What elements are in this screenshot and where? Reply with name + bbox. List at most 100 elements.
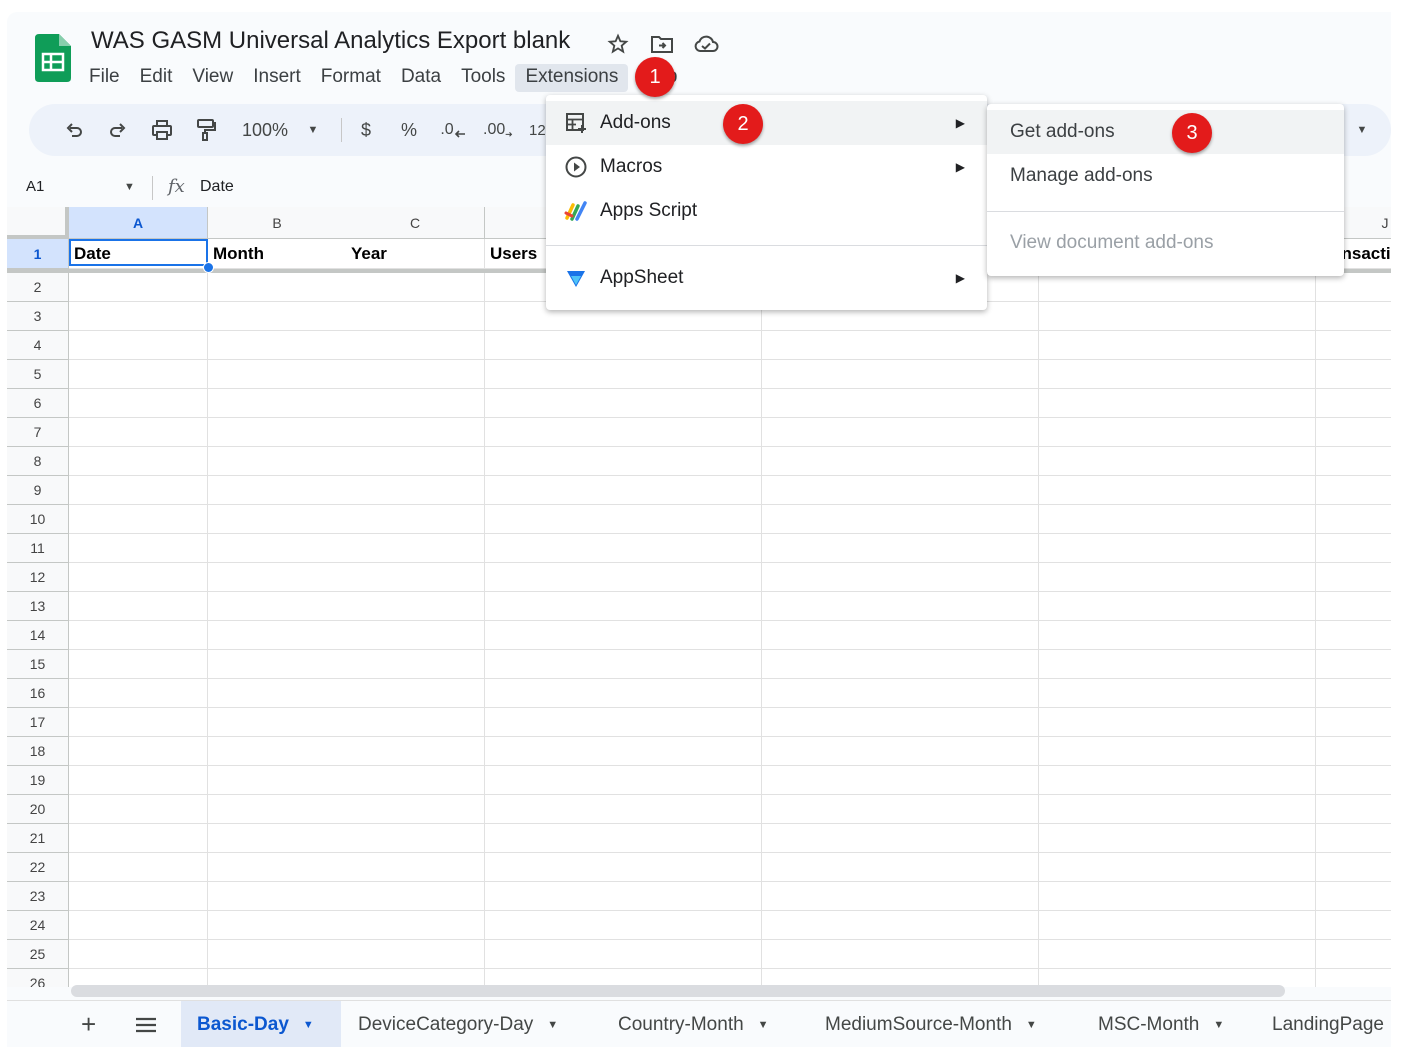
cell-e14[interactable]	[623, 621, 762, 650]
cell-b4[interactable]	[208, 331, 347, 360]
cell-e16[interactable]	[623, 679, 762, 708]
cell-h18[interactable]	[1039, 737, 1178, 766]
cell-i5[interactable]	[1177, 360, 1316, 389]
cell-b18[interactable]	[208, 737, 347, 766]
cell-e6[interactable]	[623, 389, 762, 418]
cell-d7[interactable]	[485, 418, 624, 447]
cell-h21[interactable]	[1039, 824, 1178, 853]
cell-b8[interactable]	[208, 447, 347, 476]
cell-c21[interactable]	[346, 824, 485, 853]
cell-h13[interactable]	[1039, 592, 1178, 621]
cell-c22[interactable]	[346, 853, 485, 882]
menu-extensions[interactable]: Extensions	[515, 64, 629, 92]
cell-b24[interactable]	[208, 911, 347, 940]
cell-d6[interactable]	[485, 389, 624, 418]
cell-b16[interactable]	[208, 679, 347, 708]
cell-b22[interactable]	[208, 853, 347, 882]
row-header-8[interactable]: 8	[7, 447, 69, 476]
redo-icon[interactable]	[105, 116, 131, 144]
cell-g7[interactable]	[900, 418, 1039, 447]
menu-format[interactable]: Format	[311, 64, 391, 92]
cell-c12[interactable]	[346, 563, 485, 592]
move-to-folder-icon[interactable]	[649, 32, 675, 56]
cell-a23[interactable]	[69, 882, 208, 911]
cell-f24[interactable]	[762, 911, 901, 940]
cell-h2[interactable]	[1039, 273, 1178, 302]
cell-b2[interactable]	[208, 273, 347, 302]
row-header-15[interactable]: 15	[7, 650, 69, 679]
cell-j11[interactable]	[1316, 534, 1391, 563]
cell-e12[interactable]	[623, 563, 762, 592]
column-header-b[interactable]: B	[208, 207, 347, 239]
cell-e18[interactable]	[623, 737, 762, 766]
cell-h10[interactable]	[1039, 505, 1178, 534]
menu-file[interactable]: File	[79, 64, 130, 92]
cell-a21[interactable]	[69, 824, 208, 853]
cell-i3[interactable]	[1177, 302, 1316, 331]
row-header-24[interactable]: 24	[7, 911, 69, 940]
cell-h12[interactable]	[1039, 563, 1178, 592]
cell-e17[interactable]	[623, 708, 762, 737]
cell-c2[interactable]	[346, 273, 485, 302]
print-icon[interactable]	[148, 116, 176, 144]
menu-item-macros[interactable]: Macros ▶	[546, 145, 987, 189]
cell-g21[interactable]	[900, 824, 1039, 853]
cell-f7[interactable]	[762, 418, 901, 447]
sheet-tab-landingpage[interactable]: LandingPage	[1272, 1001, 1384, 1047]
cell-b6[interactable]	[208, 389, 347, 418]
row-header-13[interactable]: 13	[7, 592, 69, 621]
cell-j13[interactable]	[1316, 592, 1391, 621]
cell-a15[interactable]	[69, 650, 208, 679]
zoom-value[interactable]: 100%	[237, 116, 293, 144]
cell-g23[interactable]	[900, 882, 1039, 911]
cell-f21[interactable]	[762, 824, 901, 853]
cell-d14[interactable]	[485, 621, 624, 650]
spreadsheet-grid[interactable]: ABCDEFGHIJ1DateMonthYearUsersTransaction…	[7, 207, 1391, 987]
cell-i6[interactable]	[1177, 389, 1316, 418]
cell-a9[interactable]	[69, 476, 208, 505]
cell-e4[interactable]	[623, 331, 762, 360]
cell-c15[interactable]	[346, 650, 485, 679]
cell-e15[interactable]	[623, 650, 762, 679]
undo-icon[interactable]	[61, 116, 87, 144]
cell-d24[interactable]	[485, 911, 624, 940]
cell-a8[interactable]	[69, 447, 208, 476]
cell-b13[interactable]	[208, 592, 347, 621]
cell-j2[interactable]	[1316, 273, 1391, 302]
cell-j12[interactable]	[1316, 563, 1391, 592]
cell-b25[interactable]	[208, 940, 347, 969]
row-header-12[interactable]: 12	[7, 563, 69, 592]
cell-e8[interactable]	[623, 447, 762, 476]
cell-i13[interactable]	[1177, 592, 1316, 621]
percent-format-button[interactable]: %	[398, 116, 420, 144]
row-header-20[interactable]: 20	[7, 795, 69, 824]
cell-h22[interactable]	[1039, 853, 1178, 882]
currency-format-button[interactable]: $	[355, 116, 377, 144]
cell-f10[interactable]	[762, 505, 901, 534]
cell-a5[interactable]	[69, 360, 208, 389]
cell-i18[interactable]	[1177, 737, 1316, 766]
cell-g25[interactable]	[900, 940, 1039, 969]
cell-f14[interactable]	[762, 621, 901, 650]
cell-i11[interactable]	[1177, 534, 1316, 563]
cell-j20[interactable]	[1316, 795, 1391, 824]
cell-i10[interactable]	[1177, 505, 1316, 534]
cell-f22[interactable]	[762, 853, 901, 882]
cell-c13[interactable]	[346, 592, 485, 621]
cell-g4[interactable]	[900, 331, 1039, 360]
sheet-tab-devicecategory-day[interactable]: DeviceCategory-Day ▼	[358, 1001, 558, 1047]
caret-down-icon[interactable]: ▼	[1213, 1019, 1224, 1031]
menu-item-manage-add-ons[interactable]: Manage add-ons	[987, 154, 1344, 198]
cell-a6[interactable]	[69, 389, 208, 418]
cell-e23[interactable]	[623, 882, 762, 911]
cell-h7[interactable]	[1039, 418, 1178, 447]
cell-g20[interactable]	[900, 795, 1039, 824]
cell-h11[interactable]	[1039, 534, 1178, 563]
caret-down-icon[interactable]: ▼	[303, 1019, 314, 1031]
cell-a12[interactable]	[69, 563, 208, 592]
sheet-tab-msc-month[interactable]: MSC-Month ▼	[1098, 1001, 1224, 1047]
cell-f11[interactable]	[762, 534, 901, 563]
cell-f4[interactable]	[762, 331, 901, 360]
cell-a7[interactable]	[69, 418, 208, 447]
cell-c24[interactable]	[346, 911, 485, 940]
